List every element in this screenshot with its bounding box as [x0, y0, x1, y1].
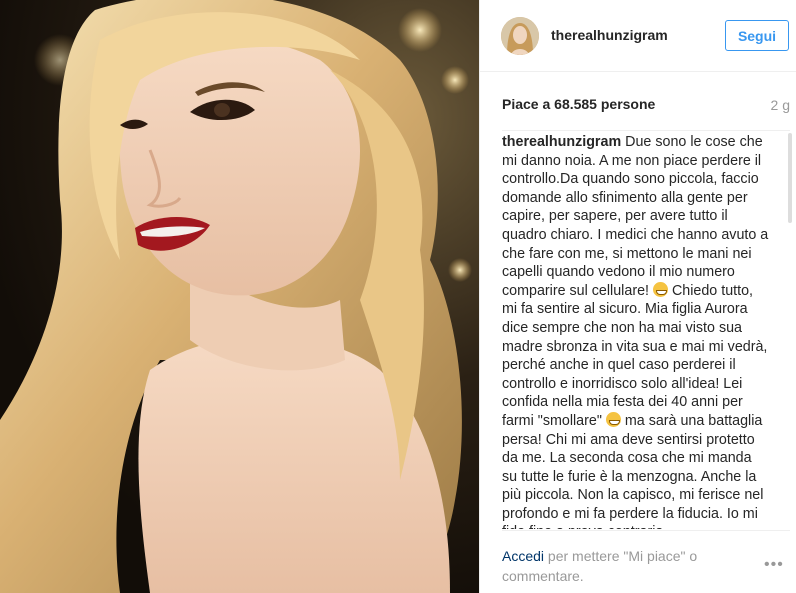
likes-count[interactable]: Piace a 68.585 persone	[502, 96, 655, 112]
caption-text-1: Due sono le cose che mi danno noia. A me…	[502, 134, 769, 299]
follow-button[interactable]: Segui	[725, 20, 789, 51]
post-sidebar: therealhunzigram Segui Piace a 68.585 pe…	[479, 0, 796, 593]
username[interactable]: therealhunzigram	[551, 27, 668, 43]
grinning-squinting-face-icon	[605, 411, 621, 427]
divider	[502, 130, 790, 131]
likes-row: Piace a 68.585 persone 2 g	[502, 96, 790, 114]
login-prompt: Accedi per mettere "Mi piace" o commenta…	[502, 546, 732, 586]
divider	[502, 530, 790, 531]
post-photo[interactable]	[0, 0, 479, 593]
caption-username[interactable]: therealhunzigram	[502, 134, 621, 150]
caption-container[interactable]: therealhunzigram Due sono le cose che mi…	[502, 133, 770, 529]
avatar-image	[501, 17, 539, 55]
post-header: therealhunzigram Segui	[480, 0, 796, 72]
login-link[interactable]: Accedi	[502, 548, 544, 564]
scrollbar[interactable]	[788, 133, 792, 223]
grinning-squinting-face-icon	[652, 281, 668, 297]
caption-text-2: Chiedo tutto, mi fa sentire al sicuro. M…	[502, 282, 768, 429]
post-photo-art	[0, 0, 472, 593]
caption-text-3: ma sarà una battaglia persa! Chi mi ama …	[502, 412, 764, 529]
more-options-icon[interactable]: •••	[764, 556, 784, 574]
timestamp[interactable]: 2 g	[771, 97, 790, 113]
caption: therealhunzigram Due sono le cose che mi…	[502, 133, 770, 529]
avatar[interactable]	[501, 17, 539, 55]
